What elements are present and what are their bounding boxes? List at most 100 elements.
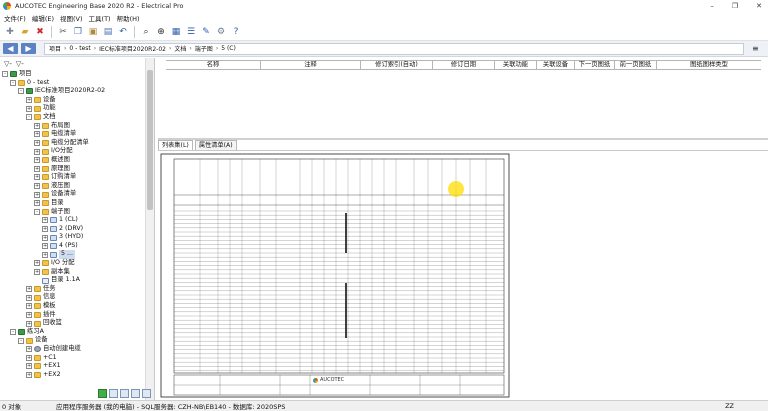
window-icon[interactable] (109, 389, 118, 398)
expand-icon[interactable]: + (42, 225, 48, 232)
window-icon[interactable] (120, 389, 129, 398)
tree-item[interactable]: + 订购清单 (0, 173, 145, 182)
expand-icon[interactable]: + (34, 140, 40, 147)
tree-item[interactable]: + 副本集 (0, 268, 145, 277)
column-header[interactable]: 前一页图纸 (615, 61, 657, 69)
expand-icon[interactable]: + (26, 320, 32, 327)
tree-item[interactable]: + 回收篮 (0, 319, 145, 328)
new-icon[interactable]: ✚ (4, 26, 16, 38)
expand-icon[interactable]: + (26, 311, 32, 318)
collapse-icon[interactable]: - (18, 337, 24, 344)
column-header[interactable]: 名称 (166, 61, 261, 69)
menu-help[interactable]: 帮助(H) (117, 13, 140, 23)
collapse-icon[interactable]: - (34, 208, 40, 215)
scrollbar-thumb[interactable] (147, 70, 153, 210)
tree-item[interactable]: +5 ... (0, 250, 145, 260)
breadcrumb[interactable]: 项目 › 0 - test › IEC标准项目2020R2-02 › 文档 › … (44, 42, 744, 55)
tree-item[interactable]: + 目录 (0, 199, 145, 208)
expand-icon[interactable]: + (34, 157, 40, 164)
breadcrumb-item[interactable]: 项目 (49, 44, 61, 53)
tree-scrollbar[interactable] (145, 58, 154, 400)
zoom-icon[interactable]: ⊕ (155, 26, 167, 38)
tree-item[interactable]: 目录 1.1A (0, 276, 145, 285)
settings-icon[interactable]: ⚙ (215, 26, 227, 38)
expand-icon[interactable]: + (34, 148, 40, 155)
splitter[interactable] (158, 138, 768, 140)
menu-icon[interactable]: ≡ (752, 44, 759, 53)
close-button[interactable]: ✕ (756, 0, 762, 12)
breadcrumb-item[interactable]: IEC标准项目2020R2-02 (99, 44, 166, 53)
tree-item[interactable]: + 功能 (0, 104, 145, 113)
window-icon[interactable] (142, 389, 151, 398)
tree-item[interactable]: +3 (HYD) (0, 233, 145, 242)
tree-item[interactable]: - 设备 (0, 336, 145, 345)
expand-icon[interactable]: + (34, 183, 40, 190)
tree-item[interactable]: + +EX1 (0, 362, 145, 371)
column-header[interactable]: 修订索引(自动) (361, 61, 433, 69)
menu-file[interactable]: 文件(F) (4, 13, 26, 23)
back-button[interactable]: ◀ (3, 43, 18, 54)
view-icon[interactable]: ▦ (170, 26, 182, 38)
column-header[interactable]: 图纸图样类型 (657, 61, 761, 69)
expand-icon[interactable]: + (34, 131, 40, 138)
edit-icon[interactable]: ✎ (200, 26, 212, 38)
expand-icon[interactable]: + (34, 200, 40, 207)
column-header[interactable]: 下一页图纸 (575, 61, 615, 69)
undo-icon[interactable]: ↶ (117, 26, 129, 38)
expand-icon[interactable]: + (42, 251, 48, 258)
properties-icon[interactable]: ▤ (102, 26, 114, 38)
list-icon[interactable]: ☰ (185, 26, 197, 38)
tree-item[interactable]: + 布局图 (0, 122, 145, 131)
tree-item[interactable]: + +C1 (0, 354, 145, 363)
menu-tools[interactable]: 工具(T) (89, 13, 111, 23)
menu-edit[interactable]: 编辑(E) (32, 13, 54, 23)
expand-icon[interactable]: + (26, 372, 32, 379)
paste-icon[interactable]: ▣ (87, 26, 99, 38)
expand-icon[interactable]: + (26, 354, 32, 361)
help-icon[interactable]: ? (230, 26, 242, 38)
tree-item[interactable]: - 项目 (0, 70, 145, 79)
breadcrumb-item[interactable]: 端子图 (195, 44, 213, 53)
tree-item[interactable]: - 文档 (0, 113, 145, 122)
expand-icon[interactable]: + (34, 122, 40, 129)
expand-icon[interactable]: + (42, 217, 48, 224)
collapse-icon[interactable]: - (26, 114, 32, 121)
breadcrumb-item[interactable]: 0 - test (69, 45, 90, 52)
tree-item[interactable]: - 练习A (0, 328, 145, 337)
column-header[interactable]: 注释 (261, 61, 361, 69)
tree-item[interactable]: + 插件 (0, 311, 145, 320)
project-icon[interactable] (98, 389, 107, 398)
menu-view[interactable]: 视图(V) (60, 13, 83, 23)
expand-icon[interactable]: + (26, 303, 32, 310)
filter-icon[interactable]: ▽- (16, 60, 24, 68)
expand-icon[interactable]: + (26, 286, 32, 293)
breadcrumb-item[interactable]: 5 (C) (221, 45, 236, 52)
tree-item[interactable]: - IEC标准项目2020R2-02 (0, 87, 145, 96)
minimize-button[interactable]: – (710, 0, 714, 12)
expand-icon[interactable]: + (26, 105, 32, 112)
expand-icon[interactable]: + (26, 363, 32, 370)
column-header[interactable]: 关联功能 (495, 61, 537, 69)
open-icon[interactable]: ▰ (19, 26, 31, 38)
tree-item[interactable]: + I/O 分配 (0, 259, 145, 268)
collapse-icon[interactable]: - (18, 88, 24, 95)
tree-item[interactable]: + 自动创建电缆 (0, 345, 145, 354)
tree-item[interactable]: + 电缆清单 (0, 130, 145, 139)
cut-icon[interactable]: ✂ (57, 26, 69, 38)
tree-item[interactable]: - 端子图 (0, 208, 145, 217)
collapse-icon[interactable]: - (10, 79, 16, 86)
expand-icon[interactable]: + (26, 97, 32, 104)
tree-item[interactable]: + 概述图 (0, 156, 145, 165)
expand-icon[interactable]: + (26, 346, 32, 353)
expand-icon[interactable]: + (34, 268, 40, 275)
tab-list[interactable]: 列表集(L) (158, 140, 193, 150)
drawing-preview[interactable]: AUCOTEC (158, 150, 768, 400)
expand-icon[interactable]: + (26, 294, 32, 301)
restore-button[interactable]: ❐ (732, 0, 738, 12)
tree-item[interactable]: + +EX2 (0, 371, 145, 380)
expand-icon[interactable]: + (34, 174, 40, 181)
expand-icon[interactable]: + (34, 260, 40, 267)
forward-button[interactable]: ▶ (21, 43, 36, 54)
expand-icon[interactable]: + (34, 165, 40, 172)
tree-item[interactable]: +4 (PS) (0, 242, 145, 251)
